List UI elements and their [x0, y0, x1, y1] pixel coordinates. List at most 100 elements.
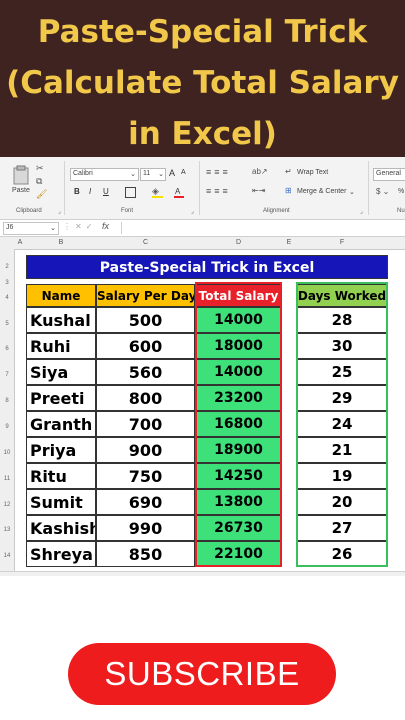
- column-headers: A B C D E F: [0, 237, 405, 250]
- format-painter-icon[interactable]: 🖌: [36, 189, 47, 200]
- paste-button[interactable]: [13, 165, 29, 185]
- cell-name[interactable]: Priya: [26, 437, 96, 463]
- cell-salary[interactable]: 750: [96, 463, 195, 489]
- font-family-select[interactable]: Calibri ⌄: [70, 168, 139, 181]
- column-header-f[interactable]: F: [296, 237, 388, 249]
- cell-name[interactable]: Kashish: [26, 515, 96, 541]
- shrink-font-button[interactable]: A: [181, 169, 186, 176]
- cell-salary[interactable]: 990: [96, 515, 195, 541]
- merge-center-icon: ⊞: [285, 186, 292, 195]
- sheet-title[interactable]: Paste-Special Trick in Excel: [26, 255, 388, 279]
- cell-name[interactable]: Sumit: [26, 489, 96, 515]
- excel-ribbon: Paste ✂ ⧉ 🖌 Clipboard ⌟ Calibri ⌄ 11 ⌄ A…: [0, 157, 405, 220]
- cell-name[interactable]: Kushal: [26, 307, 96, 333]
- bold-button[interactable]: B: [74, 187, 80, 196]
- cell-name[interactable]: Granth: [26, 411, 96, 437]
- chevron-down-icon: ⌄: [158, 171, 164, 178]
- borders-icon[interactable]: [125, 187, 136, 198]
- indent-icons[interactable]: ⇤⇥: [252, 186, 265, 195]
- cell-salary[interactable]: 600: [96, 333, 195, 359]
- alignment-group-label: Alignment: [263, 208, 290, 214]
- row-header-14[interactable]: 14: [0, 553, 14, 559]
- formula-action-icons[interactable]: ⋮✕✓: [63, 222, 96, 231]
- row-header-7[interactable]: 7: [0, 372, 14, 378]
- header-name[interactable]: Name: [26, 284, 96, 307]
- horizontal-align-icons[interactable]: ≡≡≡: [206, 186, 231, 196]
- number-format-select[interactable]: General: [373, 168, 405, 181]
- fill-color-swatch: [152, 196, 163, 198]
- underline-button[interactable]: U: [103, 187, 109, 196]
- cell-name[interactable]: Preeti: [26, 385, 96, 411]
- font-family-value: Calibri: [73, 170, 93, 177]
- cell-salary[interactable]: 500: [96, 307, 195, 333]
- column-header-d[interactable]: D: [195, 237, 282, 249]
- wrap-text-button[interactable]: Wrap Text: [297, 169, 328, 176]
- chevron-down-icon: ⌄: [130, 171, 136, 178]
- font-launcher-icon[interactable]: ⌟: [191, 208, 194, 215]
- banner-title-line-3: in Excel): [128, 116, 277, 152]
- currency-icon[interactable]: $ ⌄: [376, 187, 389, 196]
- column-header-b[interactable]: B: [26, 237, 96, 249]
- merge-center-button[interactable]: Merge & Center: [297, 188, 346, 195]
- function-icon[interactable]: fx: [102, 221, 109, 231]
- column-header-c[interactable]: C: [96, 237, 195, 249]
- row-header-11[interactable]: 11: [0, 476, 14, 482]
- cell-salary[interactable]: 850: [96, 541, 195, 567]
- ribbon-separator: [64, 161, 65, 215]
- row-header-6[interactable]: 6: [0, 346, 14, 352]
- subscribe-button[interactable]: SUBSCRIBE: [68, 643, 336, 705]
- cell-name[interactable]: Shreya: [26, 541, 96, 567]
- cut-icon[interactable]: ✂: [36, 163, 44, 174]
- row-header-4[interactable]: 4: [0, 295, 14, 301]
- row-header-3[interactable]: 3: [0, 280, 14, 286]
- name-box[interactable]: J6 ⌄: [3, 222, 59, 235]
- column-header-a[interactable]: A: [14, 237, 26, 249]
- formula-input[interactable]: [121, 222, 405, 234]
- font-size-select[interactable]: 11 ⌄: [140, 168, 166, 181]
- font-color-button[interactable]: A: [175, 187, 180, 196]
- font-color-swatch: [174, 196, 184, 198]
- total-salary-highlight-frame: [195, 282, 282, 567]
- banner-title-line-2: (Calculate Total Salary: [6, 65, 399, 101]
- row-header-12[interactable]: 12: [0, 502, 14, 508]
- cell-salary[interactable]: 700: [96, 411, 195, 437]
- grow-font-button[interactable]: A: [169, 168, 175, 178]
- column-header-e[interactable]: E: [282, 237, 296, 249]
- orientation-icon[interactable]: ab↗: [252, 167, 268, 176]
- cell-salary[interactable]: 690: [96, 489, 195, 515]
- chevron-down-icon: ⌄: [50, 225, 56, 232]
- font-group-label: Font: [121, 208, 134, 214]
- clipboard-icon: [13, 165, 29, 185]
- paste-label: Paste: [12, 187, 30, 194]
- row-header-13[interactable]: 13: [0, 527, 14, 533]
- row-header-10[interactable]: 10: [0, 450, 14, 456]
- clipboard-launcher-icon[interactable]: ⌟: [58, 208, 61, 215]
- chevron-down-icon[interactable]: ⌄: [349, 188, 355, 196]
- row-header-2[interactable]: 2: [0, 264, 14, 270]
- cell-name[interactable]: Ritu: [26, 463, 96, 489]
- copy-icon[interactable]: ⧉: [36, 176, 42, 187]
- cell-name[interactable]: Ruhi: [26, 333, 96, 359]
- row-header-5[interactable]: 5: [0, 321, 14, 327]
- cell-salary[interactable]: 900: [96, 437, 195, 463]
- ribbon-separator: [368, 161, 369, 215]
- number-format-value: General: [376, 170, 401, 177]
- percent-button[interactable]: %: [398, 188, 404, 195]
- banner-title-line-1: Paste-Special Trick: [37, 14, 368, 50]
- vertical-align-icons[interactable]: ≡≡≡: [206, 167, 231, 177]
- title-banner: Paste-Special Trick (Calculate Total Sal…: [0, 0, 405, 157]
- formula-bar: J6 ⌄ ⋮✕✓ fx: [0, 220, 405, 237]
- cell-salary[interactable]: 800: [96, 385, 195, 411]
- days-worked-highlight-frame: [296, 282, 388, 567]
- row-header-8[interactable]: 8: [0, 398, 14, 404]
- cell-name[interactable]: Siya: [26, 359, 96, 385]
- name-box-value: J6: [6, 224, 14, 231]
- italic-button[interactable]: I: [89, 187, 91, 196]
- row-header-9[interactable]: 9: [0, 424, 14, 430]
- clipboard-group-label: Clipboard: [16, 208, 42, 214]
- font-size-value: 11: [143, 170, 151, 177]
- cell-salary[interactable]: 560: [96, 359, 195, 385]
- alignment-launcher-icon[interactable]: ⌟: [360, 208, 363, 215]
- header-salary-per-day[interactable]: Salary Per Day: [96, 284, 195, 307]
- row-headers: 2 3 4 5 6 7 8 9 10 11 12 13 14: [0, 249, 15, 571]
